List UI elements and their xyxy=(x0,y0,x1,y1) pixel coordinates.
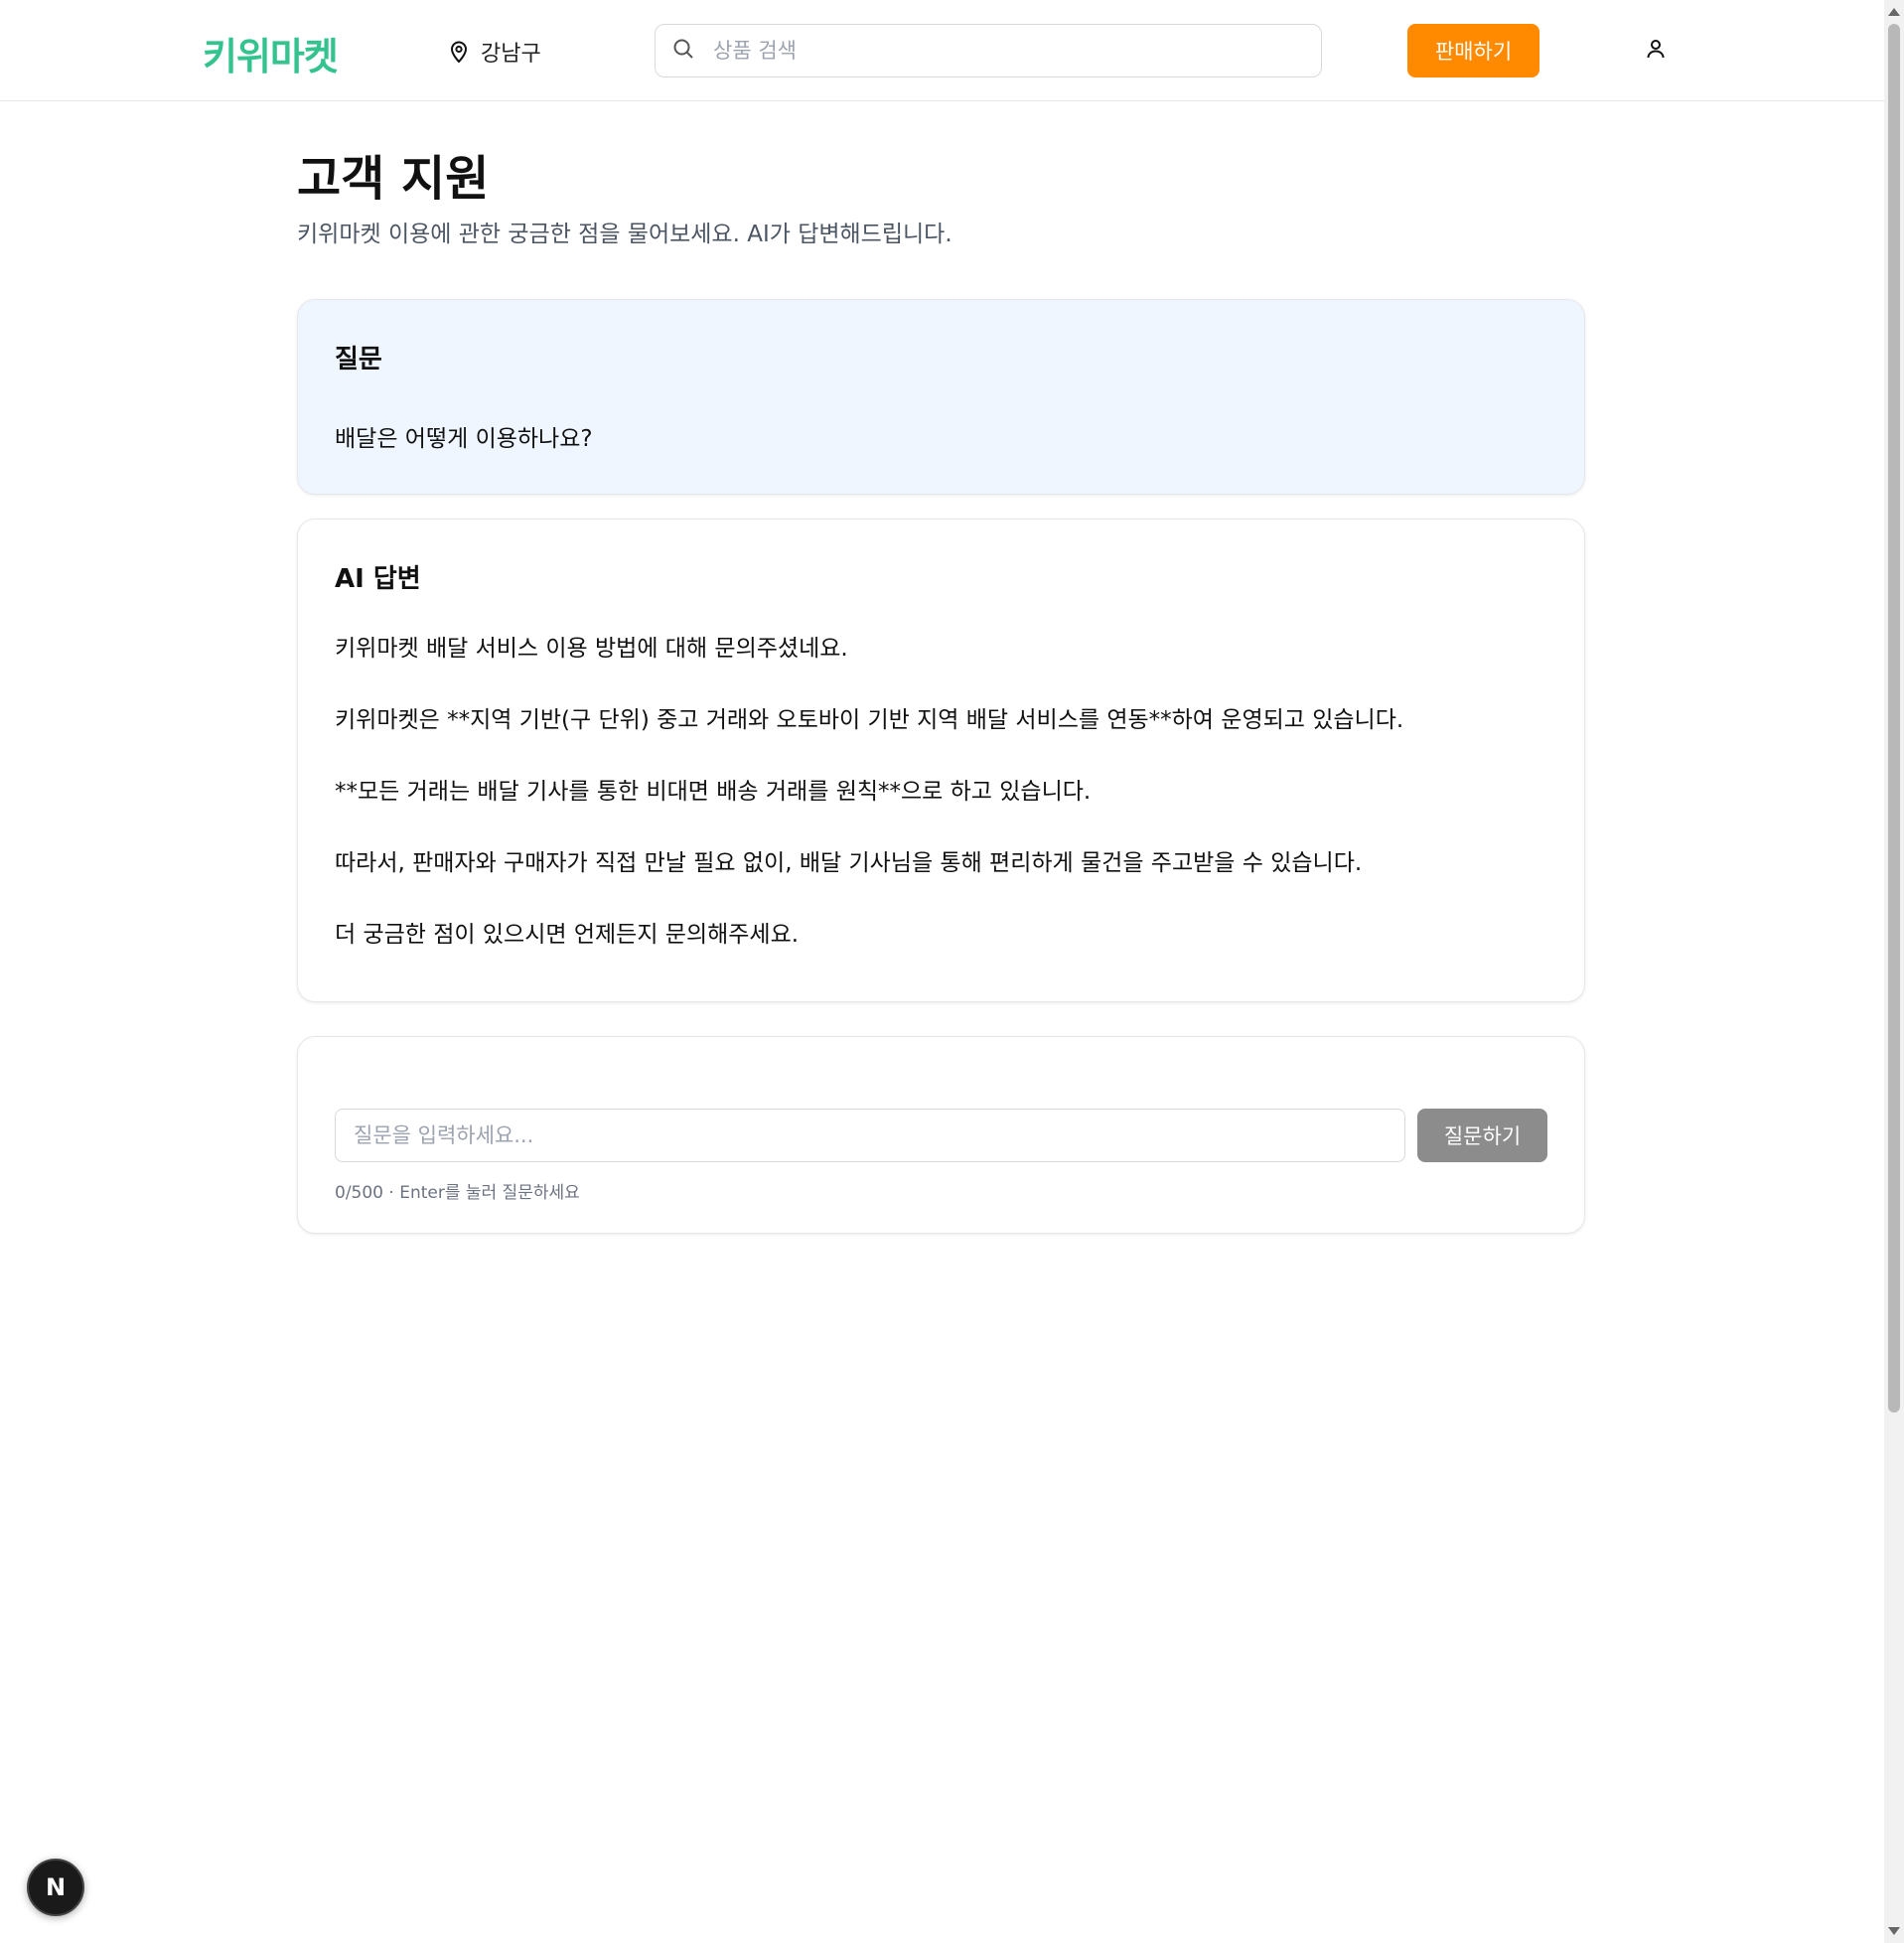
sell-button[interactable]: 판매하기 xyxy=(1407,24,1539,77)
scrollbar-thumb[interactable] xyxy=(1888,24,1900,1413)
ask-card: 질문하기 0/500 · Enter를 눌러 질문하세요 xyxy=(297,1036,1585,1234)
page-subtitle: 키위마켓 이용에 관한 궁금한 점을 물어보세요. AI가 답변해드립니다. xyxy=(297,222,952,247)
answer-paragraph: **모든 거래는 배달 기사를 통한 비대면 배송 거래를 원칙**으로 하고 … xyxy=(335,779,1092,805)
logo[interactable]: 키위마켓 xyxy=(203,26,339,80)
nextjs-dev-badge[interactable]: N xyxy=(27,1859,84,1916)
submit-question-button[interactable]: 질문하기 xyxy=(1417,1109,1547,1162)
scroll-up-arrow-icon[interactable] xyxy=(1888,8,1900,16)
search-input[interactable] xyxy=(711,38,1287,64)
question-card: 질문 배달은 어떻게 이용하나요? xyxy=(297,299,1585,495)
main-content: 고객 지원 키위마켓 이용에 관한 궁금한 점을 물어보세요. AI가 답변해드… xyxy=(297,101,1585,1234)
answer-body: 키위마켓 배달 서비스 이용 방법에 대해 문의주셨네요. 키위마켓은 **지역… xyxy=(335,633,1547,951)
question-input[interactable] xyxy=(335,1109,1405,1162)
location-selector[interactable]: 강남구 xyxy=(449,36,541,68)
search-bar[interactable] xyxy=(655,24,1322,77)
search-icon xyxy=(671,37,695,65)
ask-form: 질문하기 xyxy=(335,1109,1547,1162)
char-count-hint: 0/500 · Enter를 눌러 질문하세요 xyxy=(335,1183,580,1203)
question-text: 배달은 어떻게 이용하나요? xyxy=(335,426,593,452)
top-header: 키위마켓 강남구 판매하기 xyxy=(0,0,1884,101)
answer-paragraph: 키위마켓은 **지역 기반(구 단위) 중고 거래와 오토바이 기반 지역 배달… xyxy=(335,707,1404,733)
vertical-scrollbar[interactable] xyxy=(1884,0,1904,1943)
map-pin-icon xyxy=(449,40,469,64)
answer-paragraph: 더 궁금한 점이 있으시면 언제든지 문의해주세요. xyxy=(335,922,800,948)
answer-card-title: AI 답변 xyxy=(335,564,421,594)
answer-paragraph: 키위마켓 배달 서비스 이용 방법에 대해 문의주셨네요. xyxy=(335,636,848,662)
scroll-down-arrow-icon[interactable] xyxy=(1888,1927,1900,1935)
answer-card: AI 답변 키위마켓 배달 서비스 이용 방법에 대해 문의주셨네요. 키위마켓… xyxy=(297,519,1585,1002)
user-button[interactable] xyxy=(1641,36,1671,66)
question-card-title: 질문 xyxy=(335,345,382,374)
location-label: 강남구 xyxy=(481,42,541,67)
user-icon xyxy=(1645,38,1667,64)
answer-paragraph: 따라서, 판매자와 구매자가 직접 만날 필요 없이, 배달 기사님을 통해 편… xyxy=(335,850,1363,876)
page-title: 고객 지원 xyxy=(297,151,490,207)
